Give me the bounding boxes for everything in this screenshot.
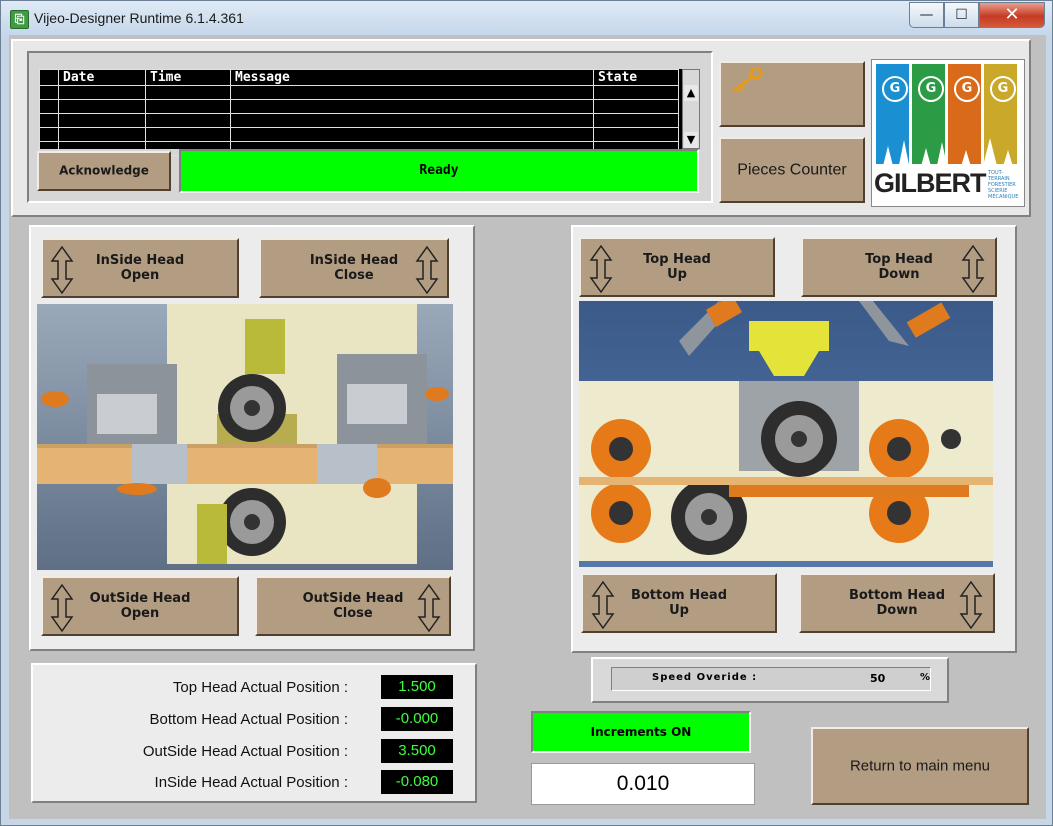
alarm-scrollbar[interactable]: ▲ ▼: [682, 69, 700, 149]
machine-side-view-icon: [37, 304, 453, 564]
logo-badge-icon: G: [882, 76, 908, 102]
outside-head-position-label: OutSide Head Actual Position :: [142, 743, 348, 760]
speed-override-value: 50: [870, 672, 886, 685]
table-row[interactable]: [39, 85, 679, 100]
speed-override-field[interactable]: Speed Overide : 50 %: [611, 667, 931, 691]
top-head-up-button[interactable]: Top Head Up: [579, 237, 775, 297]
close-button[interactable]: ✕: [979, 2, 1045, 28]
table-row[interactable]: [39, 99, 679, 114]
increments-on-label: Increments ON: [590, 725, 692, 739]
inside-head-position-label: InSide Head Actual Position :: [154, 774, 348, 791]
hmi-screen: Date Time Message State ▲ ▼ Acknowledge …: [9, 35, 1046, 819]
increment-value-field[interactable]: 0.010: [531, 763, 755, 805]
pieces-counter-button[interactable]: Pieces Counter: [719, 137, 865, 203]
bottom-head-position-label: Bottom Head Actual Position :: [149, 711, 348, 728]
inside-head-open-label: InSide Head Open: [95, 253, 185, 283]
title-bar[interactable]: ⎘ Vijeo-Designer Runtime 6.1.4.361 — ☐ ✕: [1, 1, 1052, 35]
alarm-table-header: Date Time Message State: [39, 69, 679, 86]
top-head-position-value: 1.500: [381, 675, 453, 699]
status-text: Ready: [419, 163, 459, 178]
app-icon: ⎘: [10, 10, 29, 29]
key-icon: [732, 67, 763, 93]
logo-badge-icon: G: [918, 76, 944, 102]
top-head-down-button[interactable]: Top Head Down: [801, 237, 997, 297]
table-row[interactable]: [39, 113, 679, 128]
status-indicator: Ready: [179, 149, 699, 193]
return-main-menu-label: Return to main menu: [849, 757, 991, 775]
arrow-updown-icon: [417, 583, 441, 633]
logo-tagline: TOUT-TERRAIN FORESTIER SCIERIE MÉCANIQUE: [988, 170, 1019, 200]
scroll-down-icon[interactable]: ▼: [684, 132, 698, 148]
bottom-head-down-button[interactable]: Bottom Head Down: [799, 573, 995, 633]
maximize-button[interactable]: ☐: [944, 2, 979, 28]
logo-brand: GILBERT: [874, 168, 986, 198]
outside-head-position-value: 3.500: [381, 739, 453, 763]
alarm-col-date[interactable]: Date: [58, 69, 146, 86]
alarm-panel: Date Time Message State ▲ ▼ Acknowledge …: [11, 39, 1031, 217]
increment-value: 0.010: [616, 772, 670, 795]
bottom-head-up-button[interactable]: Bottom Head Up: [581, 573, 777, 633]
top-head-position-label: Top Head Actual Position :: [172, 679, 348, 696]
alarm-col-message[interactable]: Message: [230, 69, 594, 86]
scroll-up-icon[interactable]: ▲: [684, 85, 698, 101]
minimize-button[interactable]: —: [909, 2, 944, 28]
speed-override-label: Speed Overide :: [652, 672, 758, 683]
outside-head-open-button[interactable]: OutSide Head Open: [41, 576, 239, 636]
logo-badge-icon: G: [990, 76, 1016, 102]
return-main-menu-button[interactable]: Return to main menu: [811, 727, 1029, 805]
inside-head-close-button[interactable]: InSide Head Close: [259, 238, 449, 298]
inside-head-open-button[interactable]: InSide Head Open: [41, 238, 239, 298]
key-button[interactable]: [719, 61, 865, 127]
machine-front-view-icon: [579, 301, 993, 561]
logo-trees-icon: [872, 138, 1022, 172]
inside-outside-machine-image: [37, 304, 453, 570]
outside-head-close-button[interactable]: OutSide Head Close: [255, 576, 451, 636]
top-bottom-machine-image: [579, 301, 993, 567]
inside-outside-head-panel: InSide Head Open InSide Head Close OutSi…: [29, 225, 475, 651]
arrow-updown-icon: [961, 244, 985, 294]
acknowledge-label: Acknowledge: [59, 163, 149, 178]
gilbert-logo: G G G G GILBERT TOUT-TERRAIN FORESTIER S…: [871, 59, 1025, 207]
alarm-col-time[interactable]: Time: [145, 69, 231, 86]
alarm-col-state[interactable]: State: [593, 69, 679, 86]
pieces-counter-label: Pieces Counter: [737, 161, 847, 179]
logo-badge-icon: G: [954, 76, 980, 102]
positions-panel: Top Head Actual Position : 1.500 Bottom …: [31, 663, 477, 803]
outside-head-open-label: OutSide Head Open: [89, 591, 191, 621]
alarm-table[interactable]: Date Time Message State: [39, 69, 686, 156]
bottom-head-up-label: Bottom Head Up: [630, 588, 728, 618]
inside-head-position-value: -0.080: [381, 770, 453, 794]
bottom-head-position-value: -0.000: [381, 707, 453, 731]
top-head-up-label: Top Head Up: [643, 252, 711, 282]
speed-override-panel: Speed Overide : 50 %: [591, 657, 949, 703]
increments-on-button[interactable]: Increments ON: [531, 711, 751, 753]
acknowledge-button[interactable]: Acknowledge: [37, 151, 171, 191]
arrow-updown-icon: [415, 245, 439, 295]
table-row[interactable]: [39, 127, 679, 142]
app-window: ⎘ Vijeo-Designer Runtime 6.1.4.361 — ☐ ✕…: [0, 0, 1053, 826]
top-bottom-head-panel: Top Head Up Top Head Down Bottom Head Up…: [571, 225, 1017, 653]
alarm-header-blank: [39, 69, 59, 86]
arrow-updown-icon: [959, 580, 983, 630]
speed-override-unit: %: [920, 672, 931, 683]
window-title: Vijeo-Designer Runtime 6.1.4.361: [34, 10, 244, 26]
